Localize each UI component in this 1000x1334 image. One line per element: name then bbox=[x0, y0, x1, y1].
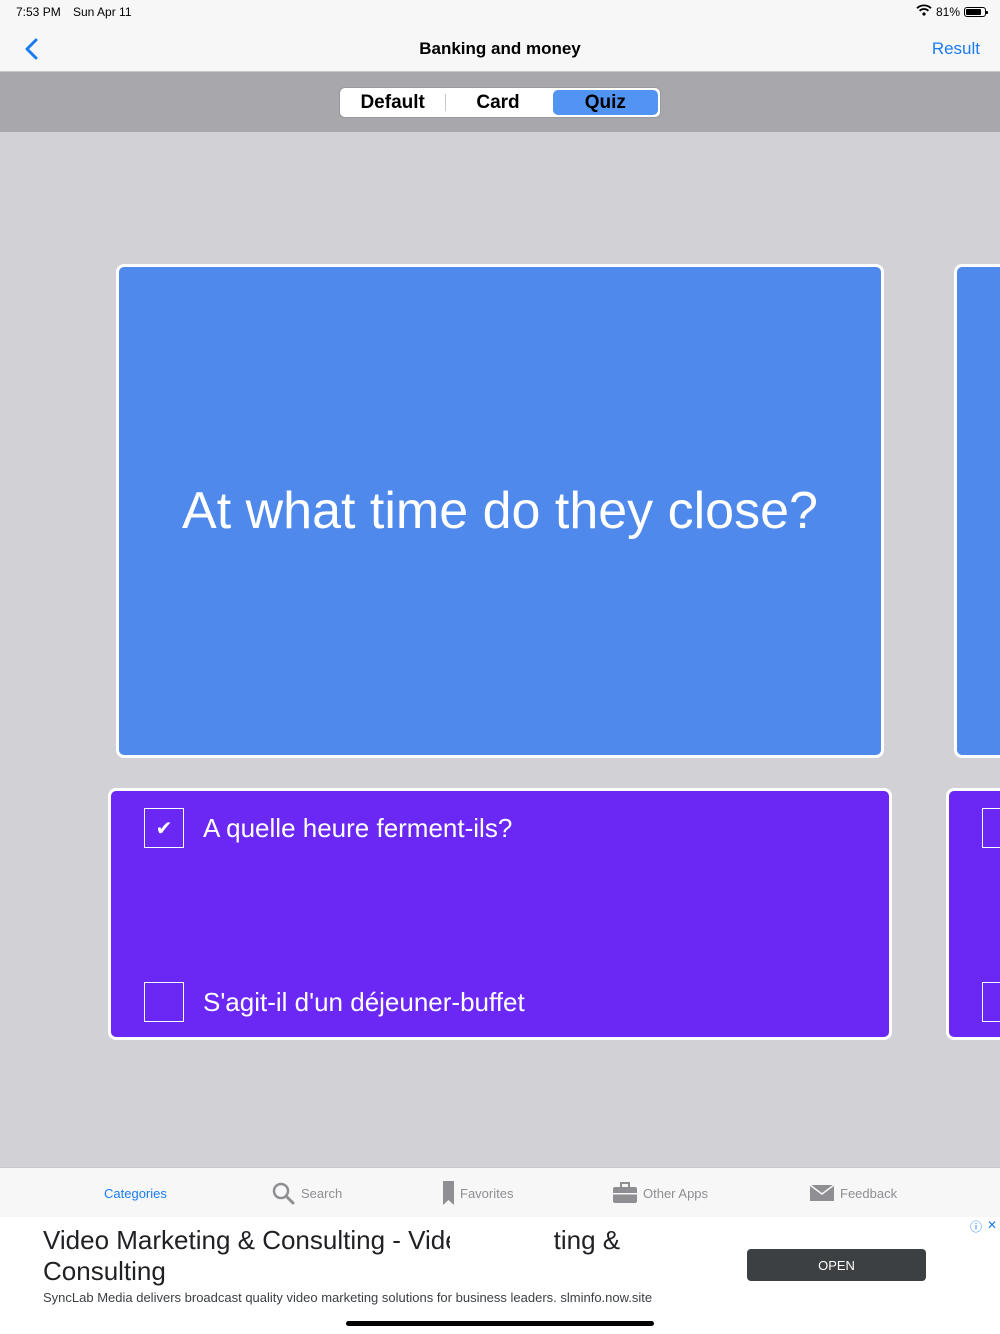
option-checkbox[interactable] bbox=[144, 982, 184, 1022]
close-icon[interactable]: ✕ bbox=[987, 1218, 997, 1235]
next-answer-card[interactable] bbox=[946, 788, 1000, 1040]
home-indicator bbox=[346, 1321, 654, 1326]
question-card[interactable]: At what time do they close? bbox=[116, 264, 884, 758]
status-bar: 7:53 PM Sun Apr 11 81% bbox=[0, 0, 1000, 24]
next-option-checkbox bbox=[982, 808, 1000, 848]
mode-segmented-control: Default Card Quiz bbox=[339, 87, 661, 118]
option-label: S'agit-il d'un déjeuner-buffet bbox=[203, 986, 525, 1017]
result-button[interactable]: Result bbox=[932, 39, 980, 59]
battery-icon bbox=[964, 6, 988, 17]
segment-card[interactable]: Card bbox=[445, 88, 550, 117]
ad-banner[interactable]: Video Marketing & Consulting - Video Mar… bbox=[0, 1217, 1000, 1314]
tab-label: Search bbox=[301, 1185, 343, 1201]
answer-card: ✔ A quelle heure ferment-ils? S'agit-il … bbox=[108, 788, 892, 1040]
status-date: Sun Apr 11 bbox=[73, 5, 132, 19]
tab-label: Other Apps bbox=[643, 1185, 709, 1201]
tab-bar: Categories Search Favorites Other Apps F… bbox=[0, 1167, 1000, 1217]
tab-feedback[interactable]: Feedback bbox=[810, 1168, 897, 1218]
next-question-card[interactable] bbox=[954, 264, 1000, 758]
option-label: A quelle heure ferment-ils? bbox=[203, 812, 513, 843]
info-icon[interactable]: ⓘ bbox=[970, 1218, 982, 1235]
ad-title-overlay bbox=[450, 1225, 554, 1257]
question-text: At what time do they close? bbox=[182, 482, 818, 540]
tab-categories[interactable]: Categories bbox=[104, 1168, 167, 1218]
wifi-icon bbox=[916, 4, 932, 19]
ad-choices[interactable]: ⓘ ✕ bbox=[970, 1218, 997, 1235]
tab-label: Categories bbox=[104, 1185, 167, 1201]
next-option-checkbox bbox=[982, 982, 1000, 1022]
option-checkbox-checked[interactable]: ✔ bbox=[144, 808, 184, 848]
answer-option[interactable]: S'agit-il d'un déjeuner-buffet bbox=[144, 982, 525, 1022]
answer-option[interactable]: ✔ A quelle heure ferment-ils? bbox=[144, 808, 512, 848]
tab-other-apps[interactable]: Other Apps bbox=[613, 1168, 708, 1218]
briefcase-icon bbox=[613, 1182, 637, 1203]
tab-label: Feedback bbox=[840, 1185, 898, 1201]
bottom-safe-area bbox=[0, 1314, 1000, 1334]
tab-label: Favorites bbox=[460, 1185, 514, 1201]
tab-search[interactable]: Search bbox=[271, 1168, 342, 1218]
status-time: 7:53 PM bbox=[16, 5, 61, 19]
segment-default[interactable]: Default bbox=[340, 88, 445, 117]
search-icon bbox=[272, 1182, 295, 1205]
tab-favorites[interactable]: Favorites bbox=[443, 1168, 513, 1218]
ad-description: SyncLab Media delivers broadcast quality… bbox=[43, 1290, 653, 1305]
ad-open-button[interactable]: OPEN bbox=[747, 1249, 926, 1281]
segment-quiz[interactable]: Quiz bbox=[552, 90, 658, 115]
battery-percent: 81% bbox=[935, 4, 960, 19]
page-title: Banking and money bbox=[419, 39, 581, 58]
segment-area: Default Card Quiz bbox=[0, 72, 1000, 132]
status-right: 81% bbox=[916, 4, 988, 19]
bookmark-icon bbox=[443, 1181, 454, 1205]
envelope-icon bbox=[810, 1185, 834, 1201]
nav-bar: Banking and money Result bbox=[0, 24, 1000, 72]
